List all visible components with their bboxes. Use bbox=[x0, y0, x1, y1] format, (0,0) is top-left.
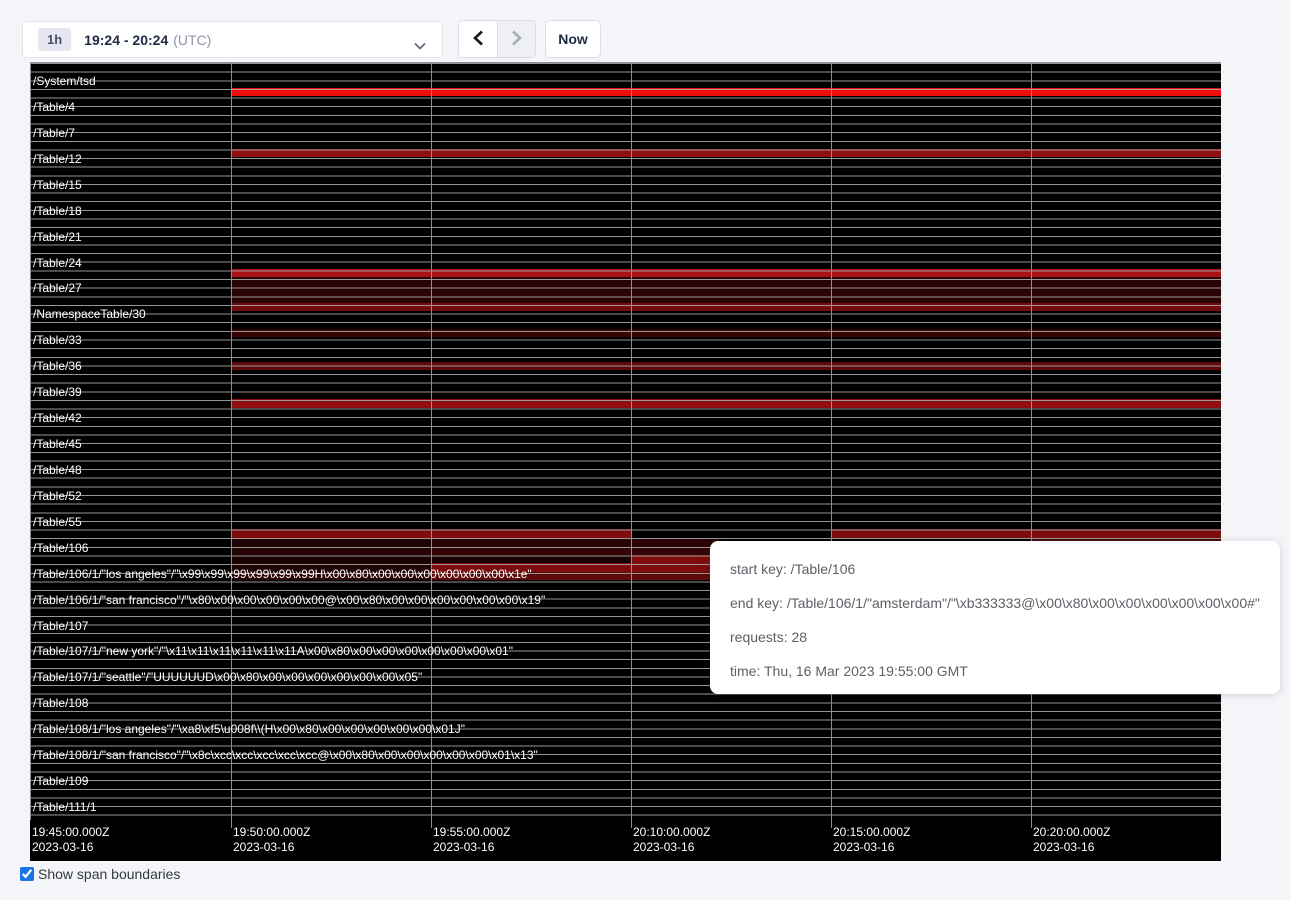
x-axis-label: 19:55:00.000Z2023-03-16 bbox=[433, 825, 510, 855]
row-label: /Table/4 bbox=[33, 101, 75, 113]
row-label: /Table/106 bbox=[33, 542, 88, 554]
row-label: /Table/12 bbox=[33, 153, 82, 165]
tooltip-requests: requests: 28 bbox=[730, 620, 1280, 654]
x-axis-label: 19:50:00.000Z2023-03-16 bbox=[233, 825, 310, 855]
prev-timeframe-button[interactable] bbox=[459, 21, 497, 57]
chevron-down-icon bbox=[414, 37, 426, 55]
row-label: /Table/45 bbox=[33, 438, 82, 450]
row-label: /Table/106/1/"los angeles"/"\x99\x99\x99… bbox=[33, 568, 532, 580]
heat-band[interactable] bbox=[231, 269, 1221, 277]
timezone-label: (UTC) bbox=[173, 32, 211, 48]
row-label: /Table/24 bbox=[33, 257, 82, 269]
chevron-right-icon bbox=[511, 30, 522, 49]
time-range-selector[interactable]: 1h 19:24 - 20:24 (UTC) bbox=[22, 21, 443, 58]
footer-controls: Show span boundaries bbox=[20, 866, 180, 882]
heat-band[interactable] bbox=[231, 149, 1221, 157]
row-label: /Table/111/1 bbox=[33, 801, 97, 813]
row-label: /Table/27 bbox=[33, 282, 82, 294]
heat-band[interactable] bbox=[231, 329, 1221, 337]
heat-band[interactable] bbox=[831, 529, 1221, 539]
row-label: /Table/55 bbox=[33, 516, 82, 528]
row-label: /Table/39 bbox=[33, 386, 82, 398]
row-label: /Table/109 bbox=[33, 775, 88, 787]
heat-band[interactable] bbox=[631, 555, 721, 563]
row-label: /Table/107/1/"seattle"/"UUUUUUD\x00\x80\… bbox=[33, 671, 422, 683]
row-label: /Table/33 bbox=[33, 334, 82, 346]
row-label: /Table/108/1/"san francisco"/"\x8c\xcc\x… bbox=[33, 749, 538, 761]
row-label: /Table/21 bbox=[33, 231, 82, 243]
heat-band[interactable] bbox=[231, 303, 1221, 311]
time-nav-group bbox=[458, 20, 536, 58]
span-boundary-grid bbox=[30, 62, 1221, 820]
tooltip-time: time: Thu, 16 Mar 2023 19:55:00 GMT bbox=[730, 654, 1280, 688]
duration-badge: 1h bbox=[38, 28, 71, 51]
heat-band[interactable] bbox=[431, 547, 721, 555]
x-axis-label: 20:20:00.000Z2023-03-16 bbox=[1033, 825, 1110, 855]
span-boundaries-label: Show span boundaries bbox=[38, 866, 180, 882]
time-range-label: 19:24 - 20:24 bbox=[84, 32, 168, 48]
row-label: /Table/108/1/"los angeles"/"\xa8\xf5\u00… bbox=[33, 723, 465, 735]
row-label: /Table/52 bbox=[33, 490, 82, 502]
tooltip-start-key: start key: /Table/106 bbox=[730, 552, 1280, 586]
row-label: /Table/7 bbox=[33, 127, 75, 139]
span-boundaries-checkbox[interactable] bbox=[20, 867, 34, 881]
next-timeframe-button[interactable] bbox=[497, 21, 535, 57]
row-label: /Table/36 bbox=[33, 360, 82, 372]
x-axis-label: 20:10:00.000Z2023-03-16 bbox=[633, 825, 710, 855]
row-label: /Table/107 bbox=[33, 620, 88, 632]
now-button[interactable]: Now bbox=[545, 20, 601, 58]
row-label: /Table/18 bbox=[33, 205, 82, 217]
heat-band[interactable] bbox=[231, 547, 431, 555]
heat-band[interactable] bbox=[231, 88, 1221, 96]
row-label: /Table/15 bbox=[33, 179, 82, 191]
time-gridline bbox=[231, 62, 232, 828]
x-axis-label: 20:15:00.000Z2023-03-16 bbox=[833, 825, 910, 855]
keyviz-canvas[interactable]: /System/tsd/Table/4/Table/7/Table/12/Tab… bbox=[30, 62, 1221, 861]
time-gridline bbox=[831, 62, 832, 828]
time-gridline bbox=[431, 62, 432, 828]
tooltip-end-key: end key: /Table/106/1/"amsterdam"/"\xb33… bbox=[730, 586, 1280, 620]
row-label: /System/tsd bbox=[33, 75, 96, 87]
row-label: /Table/106/1/"san francisco"/"\x80\x00\x… bbox=[33, 594, 545, 606]
time-gridline bbox=[1031, 62, 1032, 828]
heat-band[interactable] bbox=[231, 277, 1221, 303]
heat-band[interactable] bbox=[231, 362, 1221, 370]
row-label: /Table/108 bbox=[33, 697, 88, 709]
heat-band[interactable] bbox=[431, 539, 721, 547]
x-axis-label: 19:45:00.000Z2023-03-16 bbox=[32, 825, 109, 855]
chevron-left-icon bbox=[473, 30, 484, 49]
row-label: /Table/48 bbox=[33, 464, 82, 476]
row-label: /Table/42 bbox=[33, 412, 82, 424]
row-label: /NamespaceTable/30 bbox=[33, 308, 146, 320]
heat-band[interactable] bbox=[231, 399, 1221, 408]
heat-band[interactable] bbox=[231, 539, 431, 547]
time-gridline bbox=[631, 62, 632, 828]
span-tooltip: start key: /Table/106 end key: /Table/10… bbox=[710, 541, 1280, 694]
row-label: /Table/107/1/"new york"/"\x11\x11\x11\x1… bbox=[33, 645, 513, 657]
